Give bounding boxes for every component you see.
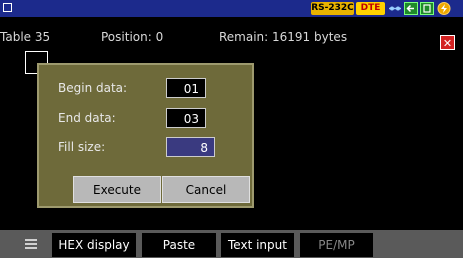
execute-button[interactable]: Execute bbox=[73, 176, 161, 203]
dte-badge: DTE bbox=[356, 2, 385, 15]
info-row: Table 35 Position: 0 Remain: 16191 bytes bbox=[0, 30, 463, 47]
begin-data-field[interactable]: 01 bbox=[166, 78, 206, 98]
power-icon bbox=[437, 2, 451, 15]
hex-display-button[interactable]: HEX display bbox=[52, 233, 136, 257]
position-label: Position: 0 bbox=[101, 30, 164, 44]
window-square-icon bbox=[3, 3, 12, 12]
end-data-label: End data: bbox=[58, 111, 116, 125]
arrow-icon bbox=[404, 2, 418, 15]
fill-size-label: Fill size: bbox=[58, 140, 106, 154]
pe-mp-button[interactable]: PE/MP bbox=[300, 233, 373, 257]
paste-button[interactable]: Paste bbox=[142, 233, 216, 257]
fill-size-field[interactable]: 8 bbox=[166, 137, 215, 157]
remain-label: Remain: 16191 bytes bbox=[219, 30, 348, 44]
connection-icon bbox=[389, 6, 401, 11]
close-icon[interactable]: ✕ bbox=[440, 35, 455, 50]
menu-icon[interactable] bbox=[24, 237, 38, 251]
text-input-button[interactable]: Text input bbox=[221, 233, 294, 257]
begin-data-label: Begin data: bbox=[58, 81, 128, 95]
end-data-field[interactable]: 03 bbox=[166, 108, 206, 128]
table-label: Table 35 bbox=[0, 30, 51, 44]
storage-icon bbox=[420, 2, 434, 15]
cancel-button[interactable]: Cancel bbox=[162, 176, 250, 203]
rs232c-badge: RS-232C bbox=[311, 2, 354, 15]
